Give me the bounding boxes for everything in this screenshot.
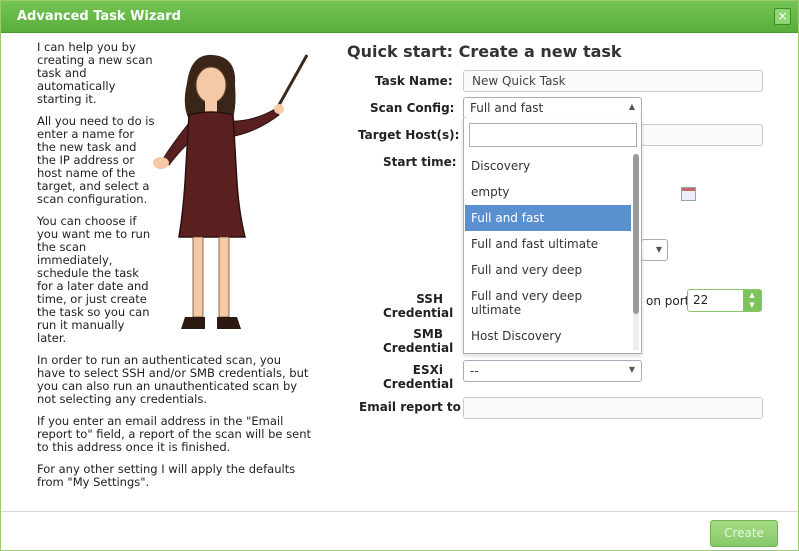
- dropdown-option[interactable]: Full and fast ultimate: [465, 231, 631, 257]
- chevron-up-icon: ▲: [628, 102, 635, 111]
- task-wizard-dialog: Advanced Task Wizard × I can help you by…: [0, 0, 799, 551]
- dropdown-option[interactable]: Host Discovery: [465, 323, 631, 349]
- esxi-credential-value: --: [470, 364, 479, 378]
- close-icon: ×: [777, 9, 788, 23]
- dropdown-option[interactable]: Full and fast: [465, 205, 631, 231]
- minute-select[interactable]: ▼: [641, 239, 668, 261]
- smb-credential-label: SMB Credential: [383, 327, 453, 355]
- ssh-credential-label-text: SSH Credential: [383, 292, 454, 320]
- form-title: Quick start: Create a new task: [347, 42, 622, 61]
- chevron-down-icon: ▼: [655, 245, 662, 254]
- dropdown-options: Discovery empty Full and fast Full and fast…: [465, 153, 631, 349]
- dropdown-option[interactable]: Discovery: [465, 153, 631, 179]
- scan-config-label: Scan Config:: [370, 101, 455, 115]
- dropdown-option[interactable]: empty: [465, 179, 631, 205]
- task-name-input[interactable]: New Quick Task: [463, 70, 763, 92]
- ssh-port-value: 22: [693, 293, 709, 307]
- task-name-value: New Quick Task: [472, 74, 566, 88]
- target-host-input[interactable]: [641, 124, 763, 146]
- intro-paragraph-6: For any other setting I will apply the d…: [37, 462, 296, 489]
- esxi-credential-select[interactable]: -- ▼: [463, 360, 642, 382]
- scan-config-value: Full and fast: [470, 101, 544, 115]
- close-button[interactable]: ×: [774, 8, 791, 25]
- ssh-port-spinner[interactable]: 22 ▲ ▼: [687, 289, 762, 312]
- dropdown-option[interactable]: Full and very deep: [465, 257, 631, 283]
- target-host-label: Target Host(s):: [358, 128, 460, 142]
- ssh-credential-label: SSH Credential: [383, 292, 453, 320]
- intro-paragraph-1: I can help you by creating a new scan ta…: [37, 40, 153, 106]
- chevron-down-icon: ▼: [628, 365, 635, 374]
- create-button[interactable]: Create: [710, 520, 778, 547]
- assistant-illustration: [153, 54, 309, 329]
- email-report-label: Email report to: [359, 400, 461, 414]
- smb-credential-label-text: SMB Credential: [383, 327, 454, 355]
- titlebar: Advanced Task Wizard ×: [1, 1, 798, 33]
- esxi-credential-label: ESXi Credential: [383, 363, 453, 391]
- intro-paragraph-2: All you need to do is enter a name for t…: [37, 114, 155, 206]
- start-time-label: Start time:: [383, 155, 457, 169]
- dropdown-scrollbar[interactable]: [633, 154, 639, 350]
- dropdown-option[interactable]: Full and very deep ultimate: [465, 283, 631, 323]
- intro-paragraph-4: In order to run an authenticated scan, y…: [37, 353, 309, 406]
- on-port-label: on port: [646, 294, 690, 308]
- intro-paragraph-3: You can choose if you want me to run the…: [37, 214, 151, 345]
- task-name-label: Task Name:: [375, 74, 453, 88]
- esxi-credential-label-text: ESXi Credential: [383, 363, 454, 391]
- email-report-input[interactable]: [463, 397, 763, 419]
- dialog-footer: [1, 511, 798, 550]
- scan-config-dropdown: Discovery empty Full and fast Full and fast…: [463, 118, 642, 354]
- scrollbar-thumb[interactable]: [633, 154, 639, 314]
- dropdown-search-input[interactable]: [469, 123, 637, 147]
- spinner-arrows-icon[interactable]: ▲ ▼: [743, 290, 761, 311]
- calendar-icon[interactable]: [681, 187, 696, 201]
- scan-config-select[interactable]: Full and fast ▲: [463, 97, 642, 119]
- intro-paragraph-5: If you enter an email address in the "Em…: [37, 414, 311, 454]
- dialog-title: Advanced Task Wizard: [17, 9, 181, 24]
